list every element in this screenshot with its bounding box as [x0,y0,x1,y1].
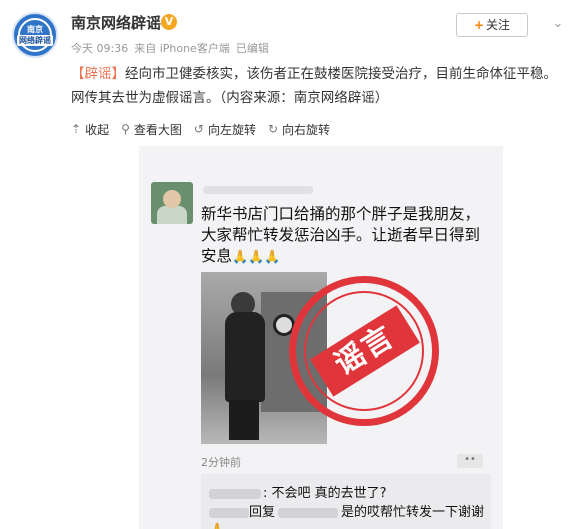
collapse-label: 收起 [85,122,110,137]
avatar-text-top: 南京 [27,25,43,34]
person-body [225,312,265,402]
view-large-button[interactable]: ⚲ 查看大图 [121,121,182,137]
view-large-label: 查看大图 [133,122,182,137]
account-avatar[interactable]: 南京 网络辟谣 [12,12,58,58]
rotate-right-icon: ↻ [267,122,279,136]
post-text: 【辟谣】经向市卫健委核实，该伤者正在鼓楼医院接受治疗，目前生命体征平稳。网传其去… [71,62,561,110]
comment-2: 回复是的哎帮忙转发一下谢谢🙏 [209,504,489,529]
avatar-face [163,190,181,208]
post-edited[interactable]: 已编辑 [236,42,269,55]
screenshot-more-icon: •• [457,454,483,468]
screenshot-time: 2分钟前 [201,456,241,469]
comment-1: : 不会吧 真的去世了? [209,482,387,501]
blurred-reply-target [278,507,339,518]
blurred-commenter [209,507,249,518]
post-source: 来自 iPhone客户端 [134,42,230,55]
rotate-left-icon: ↺ [193,122,204,136]
poster-avatar [151,182,193,224]
avatar-shoulders [157,206,187,224]
chevron-down-icon[interactable]: ⌄ [548,14,568,34]
rotate-right-button[interactable]: ↻ 向右旋转 [268,121,330,137]
post-time[interactable]: 今天 09:36 [71,42,128,55]
follow-label: 关注 [486,18,511,32]
attached-image[interactable]: 新华书店门口给捅的那个胖子是我朋友，大家帮忙转发惩治凶手。让逝者早日得到安息🙏🙏… [139,146,503,529]
verified-badge-icon: V [161,14,177,30]
rotate-left-button[interactable]: ↺ 向左旋转 [194,121,256,137]
plus-icon: + [473,18,485,32]
post-source-note: （内容来源：南京网络辟谣） [219,90,389,106]
collapse-button[interactable]: ⇡ 收起 [71,121,109,137]
screenshot-post-text: 新华书店门口给捅的那个胖子是我朋友，大家帮忙转发惩治凶手。让逝者早日得到安息🙏🙏… [201,204,491,268]
blurred-commenter [209,488,261,499]
arrow-up-icon: ⇡ [71,122,82,136]
avatar-text-bottom: 网络辟谣 [17,35,53,46]
rotate-right-label: 向右旋转 [282,122,331,137]
post-meta: 今天 09:36 来自 iPhone客户端 已编辑 [71,40,275,56]
pray-emoji-icon: 🙏🙏🙏 [232,250,281,265]
blurred-username [203,186,313,194]
image-toolbar: ⇡ 收起 ⚲ 查看大图 ↺ 向左旋转 ↻ 向右旋转 [71,121,342,137]
account-name[interactable]: 南京网络辟谣 [71,12,161,33]
rumor-stamp: 谣言 [289,276,439,426]
post-tag[interactable]: 【辟谣】 [71,66,125,82]
rotate-left-label: 向左旋转 [207,122,256,137]
person-legs [229,400,259,440]
comment-2-reply: 回复 [249,505,276,520]
follow-button[interactable]: + 关注 [456,13,528,37]
comment-1-text: : 不会吧 真的去世了? [263,486,387,501]
screenshot-comments: : 不会吧 真的去世了? 回复是的哎帮忙转发一下谢谢🙏 [201,474,491,529]
magnifier-icon: ⚲ [121,122,130,136]
